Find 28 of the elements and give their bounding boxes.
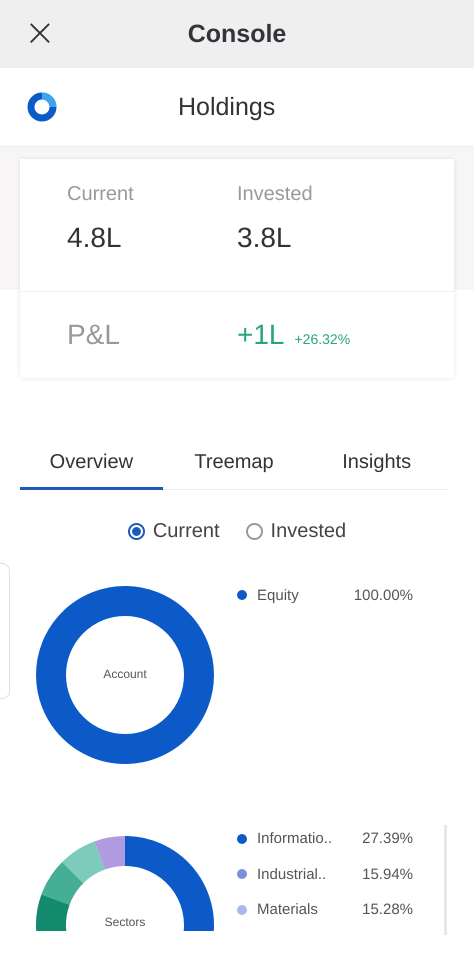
legend-value: 15.94%: [361, 866, 413, 883]
legend-label: Industrial..: [257, 866, 328, 883]
legend-value: 27.39%: [361, 830, 413, 848]
radio-button[interactable]: [246, 523, 263, 540]
tab[interactable]: Treemap: [162, 446, 306, 490]
pnl-change: +26.32%: [294, 331, 350, 347]
legend-value: 100.00%: [352, 586, 413, 604]
page-title: Holdings: [178, 92, 276, 122]
legend-label: Informatio..: [257, 830, 334, 848]
ring-logo-icon: [26, 91, 58, 123]
chart-center-label: Account: [102, 667, 148, 681]
stat-value: 3.8L: [237, 222, 292, 254]
pnl-value: +1L: [237, 319, 284, 351]
legend-label: Materials: [257, 901, 319, 918]
stat-value: 4.8L: [67, 222, 122, 254]
legend-value: 15.28%: [361, 901, 413, 918]
stat-label: Invested: [237, 183, 314, 206]
tab[interactable]: Overview: [20, 446, 163, 490]
radio-label: Invested: [270, 520, 346, 543]
close-button[interactable]: ×: [20, 12, 60, 52]
chart-center-label: Sectors: [104, 915, 146, 929]
legend-label: Equity: [257, 586, 300, 604]
tab[interactable]: Insights: [305, 446, 448, 490]
stat-label: Current: [67, 183, 135, 206]
window-title: Console: [188, 20, 286, 48]
radio-label: Current: [152, 520, 220, 543]
pnl-label: P&L: [67, 319, 121, 351]
radio-button[interactable]: [128, 523, 145, 540]
